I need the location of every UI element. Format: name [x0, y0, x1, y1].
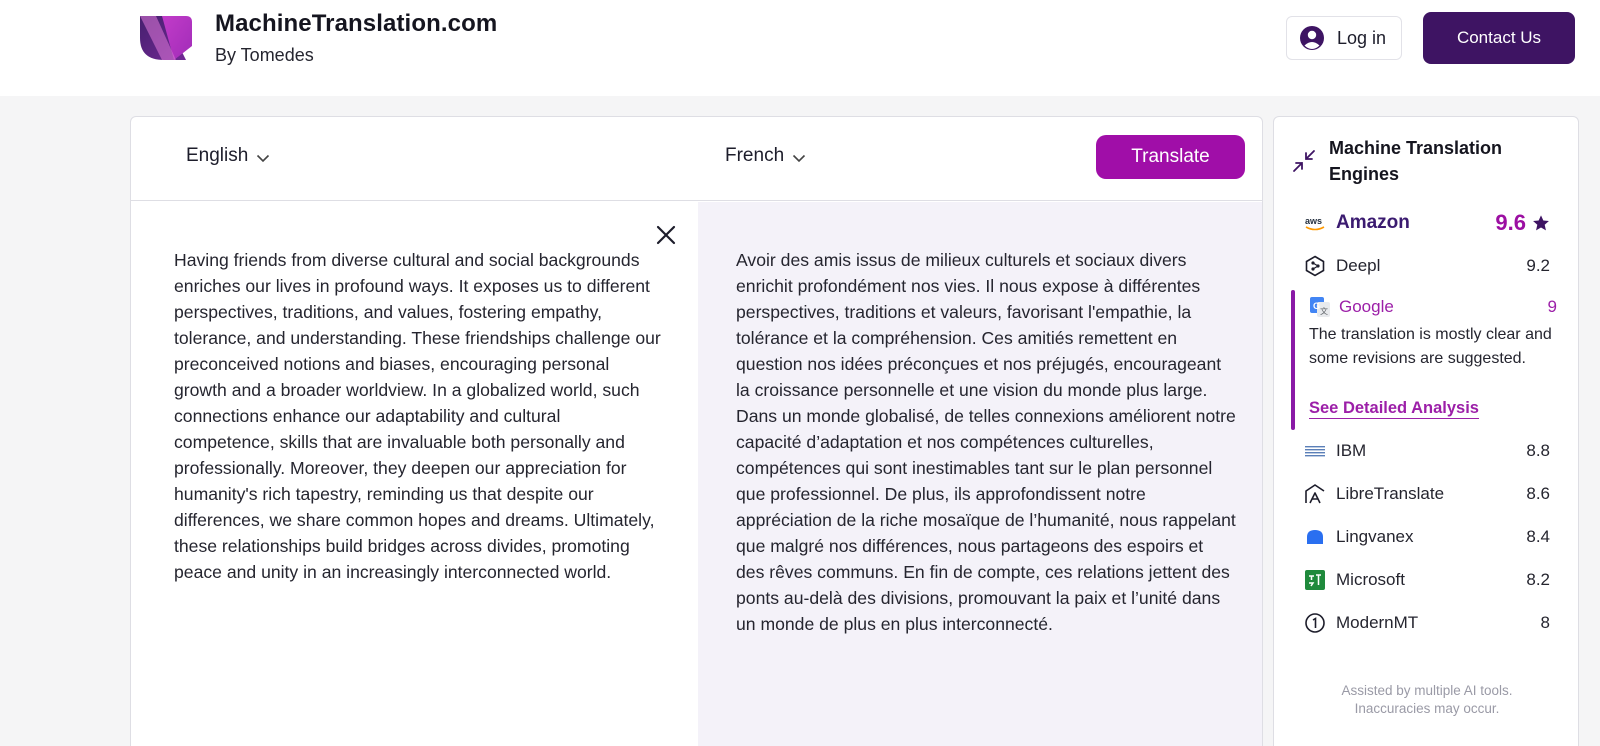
language-bar: English French Translate [131, 117, 1262, 201]
lingvanex-icon [1304, 526, 1326, 548]
ai-disclaimer: Assisted by multiple AI tools. Inaccurac… [1341, 683, 1513, 716]
engine-name: LibreTranslate [1336, 484, 1445, 503]
engine-name: Lingvanex [1336, 527, 1414, 546]
close-icon[interactable] [655, 224, 677, 246]
engine-name: Amazon [1336, 212, 1410, 233]
svg-text:aws: aws [1305, 216, 1322, 226]
engine-libretranslate[interactable]: LibreTranslate 8.6 [1304, 479, 1550, 509]
source-text[interactable]: Having friends from diverse cultural and… [174, 247, 664, 585]
svg-text:文: 文 [1320, 306, 1328, 316]
engines-title: Machine Translation Engines [1329, 138, 1503, 184]
chevron-down-icon [793, 154, 806, 162]
deepl-icon [1304, 255, 1326, 277]
translated-text: Avoir des amis issus de milieux culturel… [736, 250, 1236, 634]
engine-score: 8.8 [1526, 441, 1550, 460]
selected-engine-header: G 文 Google 9 [1309, 296, 1557, 318]
target-text-pane: Avoir des amis issus de milieux culturel… [698, 202, 1262, 746]
star-icon [1533, 215, 1549, 231]
selected-engine-google[interactable]: G 文 Google 9 The translation is mostly c… [1291, 290, 1561, 430]
user-circle-icon [1300, 26, 1324, 50]
engine-microsoft[interactable]: Microsoft 8.2 [1304, 565, 1550, 595]
source-language-label: English [186, 145, 249, 166]
engine-score: 8.6 [1526, 484, 1550, 503]
engine-name: Google [1339, 297, 1394, 316]
engine-name: Microsoft [1336, 570, 1405, 589]
see-detailed-analysis-link[interactable]: See Detailed Analysis [1309, 399, 1479, 419]
machinetranslation-logo[interactable] [134, 14, 198, 62]
libretranslate-icon [1304, 483, 1326, 505]
login-button[interactable]: Log in [1286, 16, 1402, 60]
engine-score: 9.6 [1495, 210, 1526, 235]
engine-score: 8 [1540, 613, 1550, 632]
engine-amazon[interactable]: aws Amazon 9.6 [1304, 208, 1550, 238]
ibm-icon: IBM [1304, 440, 1326, 462]
microsoft-icon [1304, 569, 1326, 591]
brand-subtitle: By Tomedes [215, 45, 314, 65]
engine-name: ModernMT [1336, 613, 1419, 632]
google-translate-icon: G 文 [1309, 296, 1331, 318]
source-text-pane[interactable]: Having friends from diverse cultural and… [131, 202, 698, 746]
engine-ibm[interactable]: IBM IBM 8.8 [1304, 436, 1550, 466]
engine-name: Deepl [1336, 256, 1381, 275]
translate-button[interactable]: Translate [1096, 135, 1245, 179]
engine-score: 8.2 [1526, 570, 1550, 589]
brand-title[interactable]: MachineTranslation.com [215, 10, 497, 38]
contact-us-button[interactable]: Contact Us [1423, 12, 1575, 64]
engine-modernmt[interactable]: ModernMT 8 [1304, 608, 1550, 638]
target-language-select[interactable]: French [725, 145, 806, 167]
target-language-label: French [725, 145, 785, 166]
source-language-select[interactable]: English [186, 145, 270, 167]
engine-score: 9 [1547, 297, 1557, 316]
login-label: Log in [1337, 27, 1387, 48]
engine-assessment: The translation is mostly clear and some… [1309, 326, 1552, 367]
svg-text:G: G [1313, 301, 1320, 311]
translation-engines-panel: Machine Translation Engines aws Amazon 9… [1273, 116, 1579, 746]
engine-score: 9.2 [1526, 256, 1550, 275]
engine-deepl[interactable]: Deepl 9.2 [1304, 251, 1550, 281]
collapse-arrows-icon[interactable] [1292, 149, 1316, 173]
translation-panel: English French Translate Having friends … [130, 116, 1263, 746]
engine-name: IBM [1336, 441, 1367, 460]
engine-score: 8.4 [1526, 527, 1550, 546]
aws-icon: aws [1304, 212, 1326, 234]
engine-lingvanex[interactable]: Lingvanex 8.4 [1304, 522, 1550, 552]
chevron-down-icon [257, 154, 270, 162]
site-header: MachineTranslation.com By Tomedes Log in… [0, 0, 1600, 96]
modernmt-icon [1304, 612, 1326, 634]
selection-indicator [1291, 290, 1295, 430]
